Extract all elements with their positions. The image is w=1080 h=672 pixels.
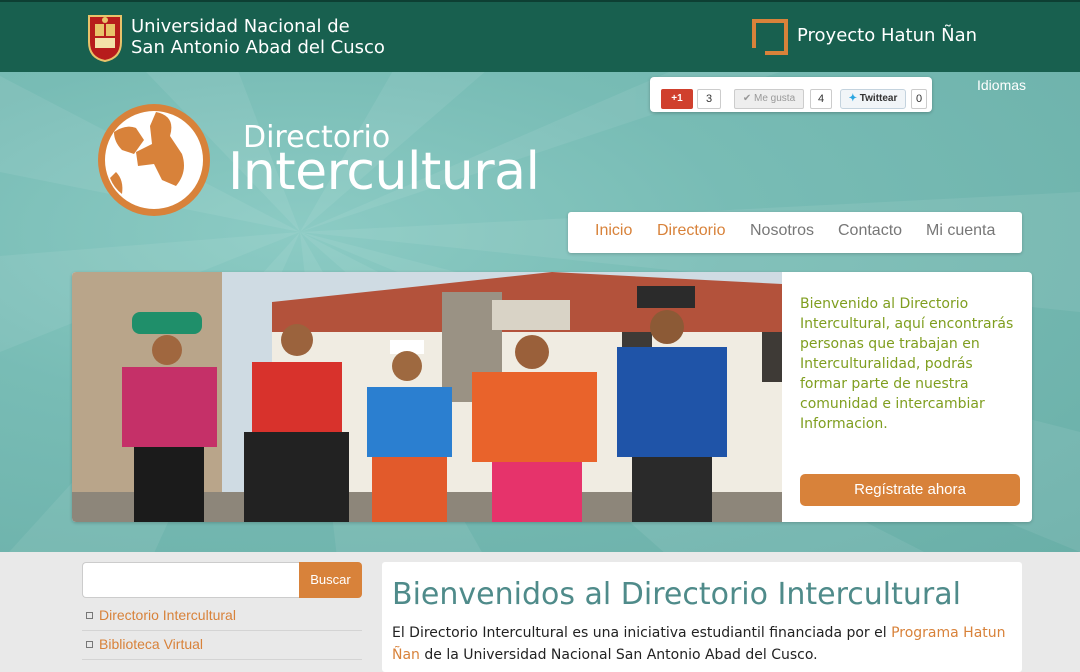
globe-logo-icon[interactable]: [96, 102, 212, 218]
hatun-nan-logo-icon[interactable]: [751, 18, 789, 56]
register-now-button[interactable]: Regístrate ahora: [800, 474, 1020, 506]
project-title[interactable]: Proyecto Hatun Ñan: [797, 25, 977, 46]
welcome-banner: Bienvenido al Directorio Intercultural, …: [72, 272, 1032, 522]
facebook-like-button[interactable]: ✔ Me gusta: [734, 89, 804, 109]
twitter-tweet-label: Twittear: [859, 93, 898, 104]
sidebar-item-label: Biblioteca Virtual: [99, 636, 204, 652]
facebook-like-count: 4: [810, 89, 832, 109]
university-name[interactable]: Universidad Nacional de San Antonio Abad…: [131, 16, 385, 58]
twitter-bird-icon: ✦: [848, 93, 857, 104]
languages-link[interactable]: Idiomas: [977, 77, 1026, 93]
twitter-count: 0: [911, 89, 927, 109]
intro-text-before: El Directorio Intercultural es una inici…: [392, 625, 892, 641]
bullet-icon: [86, 612, 93, 619]
bullet-icon: [86, 641, 93, 648]
google-plus-count: 3: [697, 89, 721, 109]
university-name-line2: San Antonio Abad del Cusco: [131, 37, 385, 58]
main-nav: Inicio Directorio Nosotros Contacto Mi c…: [568, 212, 1022, 253]
hero-section: +1 3 ✔ Me gusta 4 ✦ Twittear 0 Idiomas D…: [0, 72, 1080, 552]
banner-photo: [72, 272, 782, 522]
intro-paragraph: El Directorio Intercultural es una inici…: [392, 622, 1012, 666]
top-header-bar: Universidad Nacional de San Antonio Abad…: [0, 0, 1080, 72]
university-crest-icon[interactable]: [87, 14, 123, 62]
university-name-line1: Universidad Nacional de: [131, 16, 350, 37]
nav-contacto[interactable]: Contacto: [838, 222, 902, 240]
sidebar-item-label: Directorio Intercultural: [99, 607, 236, 623]
welcome-text: Bienvenido al Directorio Intercultural, …: [800, 296, 1014, 432]
nav-mi-cuenta[interactable]: Mi cuenta: [926, 222, 995, 240]
search-button[interactable]: Buscar: [299, 562, 362, 598]
search-form: Buscar: [82, 562, 362, 598]
nav-directorio[interactable]: Directorio: [657, 222, 725, 240]
search-input[interactable]: [82, 562, 300, 598]
sidebar-item-directorio-intercultural[interactable]: Directorio Intercultural: [82, 602, 362, 631]
google-plus-button[interactable]: +1: [661, 89, 693, 109]
twitter-tweet-button[interactable]: ✦ Twittear: [840, 89, 906, 109]
nav-nosotros[interactable]: Nosotros: [750, 222, 814, 240]
page-heading: Bienvenidos al Directorio Intercultural: [392, 577, 961, 612]
social-share-box: +1 3 ✔ Me gusta 4 ✦ Twittear 0: [650, 77, 932, 112]
site-logo-line2[interactable]: Intercultural: [228, 142, 540, 202]
sidebar-item-biblioteca-virtual[interactable]: Biblioteca Virtual: [82, 631, 362, 660]
intro-text-after: de la Universidad Nacional San Antonio A…: [419, 647, 818, 663]
main-content: Bienvenidos al Directorio Intercultural …: [382, 562, 1022, 672]
nav-inicio[interactable]: Inicio: [595, 222, 632, 240]
